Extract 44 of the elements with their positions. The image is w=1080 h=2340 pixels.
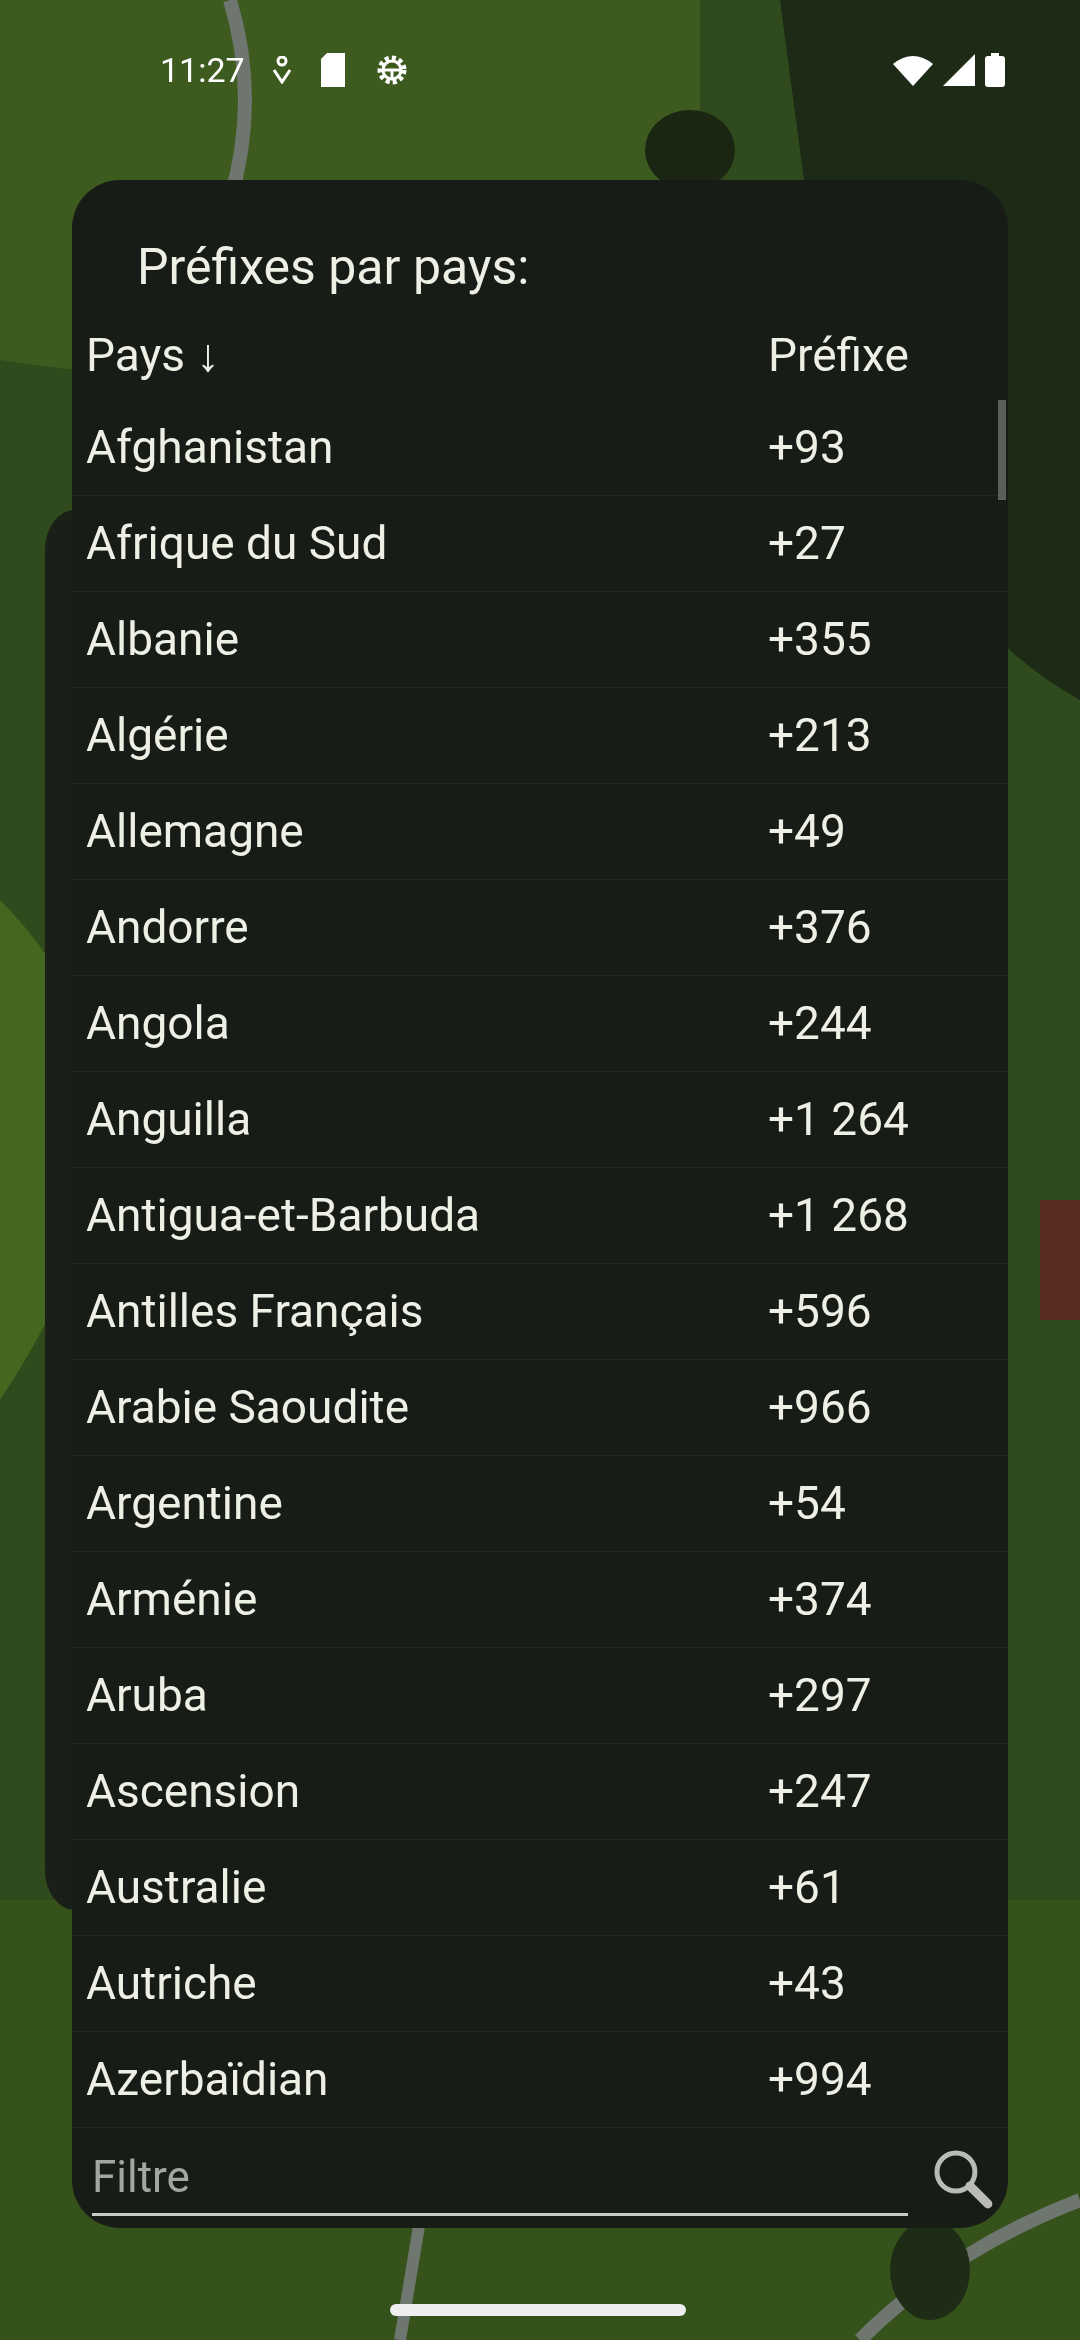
prefix-cell-text: +213 bbox=[768, 707, 872, 764]
country-cell-text: Argentine bbox=[86, 1475, 284, 1532]
country-cell-text: Antilles Français bbox=[86, 1283, 425, 1340]
prefix-cell-text: +93 bbox=[768, 419, 846, 476]
prefix-cell-text: +247 bbox=[768, 1763, 872, 1820]
country-cell-text: Arabie Saoudite bbox=[86, 1379, 411, 1436]
filter-field[interactable]: Filtre bbox=[92, 2140, 909, 2216]
status-icon bbox=[270, 56, 293, 84]
prefix-cell-text: +1 268 bbox=[768, 1187, 909, 1244]
column-header[interactable]: Préfixe bbox=[768, 320, 909, 390]
prefix-cell-text: +54 bbox=[768, 1475, 846, 1532]
prefix-cell-text: +374 bbox=[768, 1571, 872, 1628]
country-cell-text: Anguilla bbox=[86, 1091, 253, 1148]
prefix-cell-text: +297 bbox=[768, 1667, 872, 1724]
country-cell-text: Algérie bbox=[86, 707, 230, 764]
country-cell-text: Australie bbox=[86, 1859, 268, 1916]
prefix-cell-text: +376 bbox=[768, 899, 872, 956]
country-cell-text: Antigua-et-Barbuda bbox=[86, 1187, 482, 1244]
battery-icon bbox=[985, 53, 1005, 87]
prefix-cell-text: +596 bbox=[768, 1283, 872, 1340]
prefix-cell-text: +355 bbox=[768, 611, 872, 668]
prefix-cell-text: +994 bbox=[768, 2051, 872, 2108]
country-cell-text: Ascension bbox=[86, 1763, 302, 1820]
prefix-cell-text: +244 bbox=[768, 995, 872, 1052]
wifi-icon bbox=[893, 54, 933, 86]
country-cell-text: Allemagne bbox=[86, 803, 305, 860]
country-cell-text: Angola bbox=[86, 995, 231, 1052]
country-cell-text: Andorre bbox=[86, 899, 250, 956]
country-cell-text: Aruba bbox=[86, 1667, 209, 1724]
prefix-cell-text: +49 bbox=[768, 803, 846, 860]
prefix-cell-text: +1 264 bbox=[768, 1091, 909, 1148]
country-cell-text: Albanie bbox=[86, 611, 241, 668]
signal-icon bbox=[943, 54, 975, 86]
country-cell-text: Arménie bbox=[86, 1571, 259, 1628]
column-header[interactable]: Pays ↓ bbox=[86, 320, 768, 390]
clock-time: 11:27 bbox=[160, 48, 245, 92]
prefix-cell-text: +966 bbox=[768, 1379, 872, 1436]
prefix-cell-text: +61 bbox=[768, 1859, 846, 1916]
country-cell-text: Afrique du Sud bbox=[86, 515, 389, 572]
country-cell-text: Azerbaïdian bbox=[86, 2051, 330, 2108]
country-cell-text: Afghanistan bbox=[86, 419, 335, 476]
country-cell-text: Autriche bbox=[86, 1955, 258, 2012]
prefix-cell-text: +43 bbox=[768, 1955, 846, 2012]
prefix-cell-text: +27 bbox=[768, 515, 846, 572]
